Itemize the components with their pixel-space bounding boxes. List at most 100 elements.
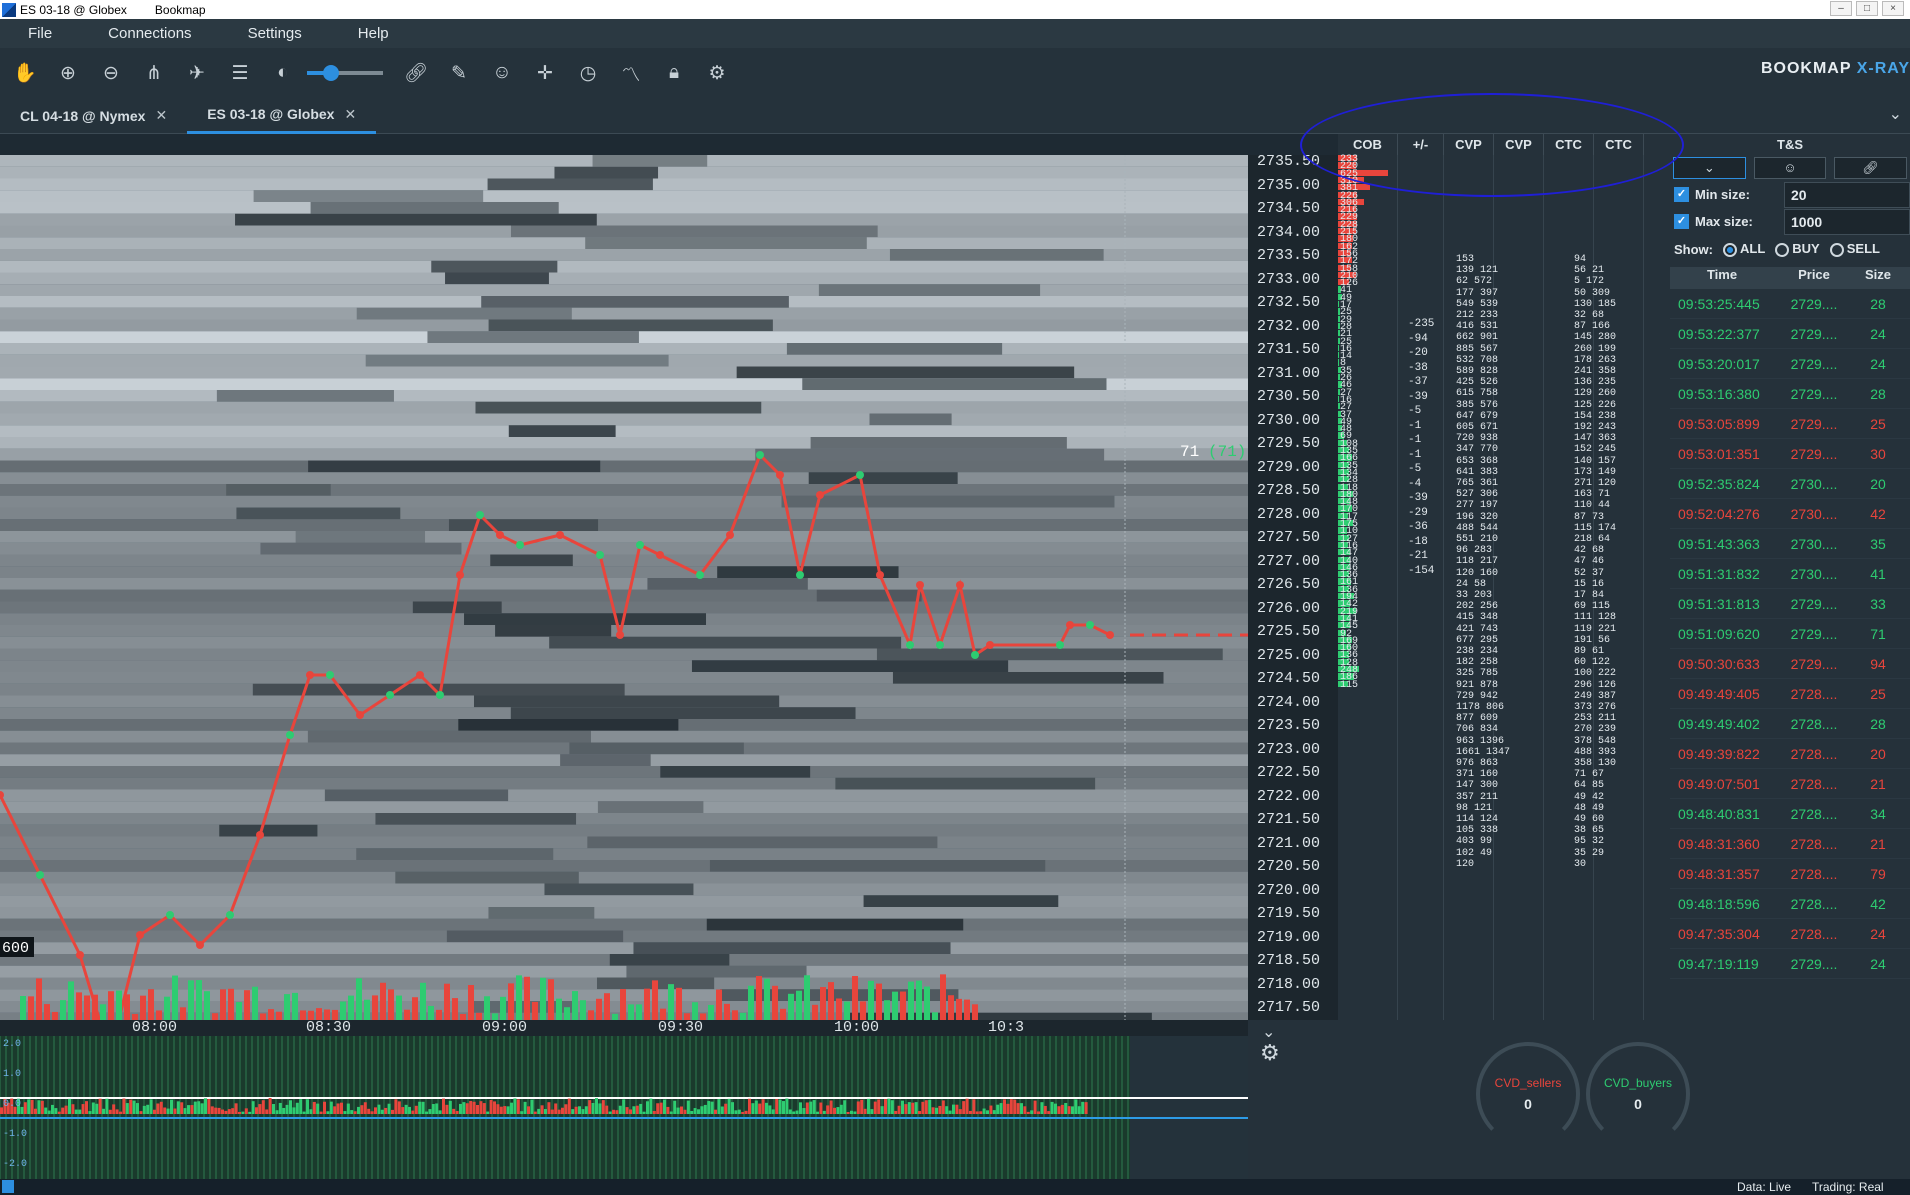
ts-row[interactable]: 09:49:49:402 2728.... 28 [1670, 709, 1910, 739]
chat-icon[interactable]: ☺ [489, 60, 515, 86]
ts-row[interactable]: 09:49:07:501 2728.... 21 [1670, 769, 1910, 799]
min-size-input[interactable]: 20 [1784, 182, 1910, 208]
cvd-bar [564, 1104, 568, 1114]
toolbar: ✋ ⊕ ⊖ ⋔ ✈ ☰ ◐ 🔗︎ ✎ ☺ ✛ ◷ 〽 🔒︎ ⚙ [0, 48, 1910, 98]
menu-connections[interactable]: Connections [80, 25, 219, 42]
ts-row[interactable]: 09:48:40:831 2728.... 34 [1670, 799, 1910, 829]
maximize-icon[interactable]: □ [1856, 1, 1878, 16]
cvd-bar [217, 1107, 221, 1114]
zoom-in-icon[interactable]: ⊕ [55, 60, 81, 86]
brightness-slider-knob[interactable] [323, 65, 340, 81]
close-icon[interactable]: ✕ [155, 107, 167, 124]
minimize-icon[interactable]: – [1830, 1, 1852, 16]
ts-row[interactable]: 09:53:01:351 2729.... 30 [1670, 439, 1910, 469]
ts-row[interactable]: 09:53:25:445 2729.... 28 [1670, 289, 1910, 319]
crosshair-icon[interactable]: ✛ [532, 60, 558, 86]
menu-file[interactable]: File [0, 25, 80, 42]
cvd-bar [1074, 1099, 1078, 1114]
ts-row[interactable]: 09:47:19:119 2729.... 24 [1670, 949, 1910, 979]
gear-icon[interactable]: ⚙ [1260, 1040, 1280, 1066]
ts-row[interactable]: 09:49:49:405 2728.... 25 [1670, 679, 1910, 709]
close-window-icon[interactable]: × [1882, 1, 1904, 16]
show-sell-radio[interactable]: SELL [1829, 241, 1880, 257]
trade-dot [456, 571, 464, 579]
pencil-icon[interactable]: ✎ [446, 60, 472, 86]
ts-row[interactable]: 09:53:16:380 2729.... 28 [1670, 379, 1910, 409]
tab-cl[interactable]: CL 04-18 @ Nymex ✕ [0, 98, 187, 134]
volume-bar [188, 980, 194, 1020]
layers-icon[interactable]: ☰ [227, 60, 253, 86]
cvd-bar [867, 1098, 870, 1114]
cvp-value: 641 383 [1456, 466, 1499, 478]
menu-settings[interactable]: Settings [220, 25, 330, 42]
gear-icon[interactable]: ⚙ [704, 60, 730, 86]
zoom-out-icon[interactable]: ⊖ [98, 60, 124, 86]
ts-row[interactable]: 09:51:09:620 2729.... 71 [1670, 619, 1910, 649]
cvd-bar [448, 1100, 452, 1114]
app-name: Bookmap [154, 2, 206, 17]
cvd-bar [853, 1111, 857, 1114]
ts-row[interactable]: 09:51:43:363 2730.... 35 [1670, 529, 1910, 559]
traded-zone [216, 390, 394, 402]
link-icon[interactable]: 🔗︎ [403, 60, 429, 86]
traded-zone [395, 871, 579, 884]
hand-icon[interactable]: ✋ [12, 60, 38, 86]
close-icon[interactable]: ✕ [344, 106, 356, 123]
chart-line-icon[interactable]: 〽 [618, 60, 644, 86]
cvd-bar [635, 1105, 639, 1114]
menu-help[interactable]: Help [330, 25, 417, 42]
ts-row[interactable]: 09:51:31:832 2730.... 41 [1670, 559, 1910, 589]
brightness-slider[interactable] [307, 65, 383, 81]
col-time[interactable]: Time [1670, 267, 1774, 289]
lock-icon[interactable]: 🔒︎ [661, 60, 687, 86]
max-size-checkbox[interactable]: ✓ [1674, 214, 1689, 229]
ts-row[interactable]: 09:53:22:377 2729.... 24 [1670, 319, 1910, 349]
trade-dot [1086, 621, 1094, 629]
link-icon[interactable]: 🔗︎ [1834, 157, 1908, 179]
trade-dot [76, 951, 84, 959]
max-size-input[interactable]: 1000 [1784, 209, 1910, 235]
ts-row[interactable]: 09:48:31:357 2728.... 79 [1670, 859, 1910, 889]
ts-row[interactable]: 09:53:20:017 2729.... 24 [1670, 349, 1910, 379]
ts-row[interactable]: 09:51:31:813 2729.... 33 [1670, 589, 1910, 619]
chevron-down-icon[interactable]: ⌄ [1673, 157, 1746, 179]
col-price[interactable]: Price [1774, 267, 1854, 289]
plane-icon[interactable]: ✈ [184, 60, 210, 86]
cvd-bar [965, 1098, 969, 1114]
cvd-bar [860, 1099, 864, 1114]
show-all-radio[interactable]: ALL [1723, 241, 1765, 257]
col-size[interactable]: Size [1854, 267, 1902, 289]
timer-icon[interactable]: ◷ [575, 60, 601, 86]
ts-row[interactable]: 09:50:30:633 2729.... 94 [1670, 649, 1910, 679]
ts-row[interactable]: 09:52:35:824 2730.... 20 [1670, 469, 1910, 499]
ts-row[interactable]: 09:53:05:899 2729.... 25 [1670, 409, 1910, 439]
chat-icon[interactable]: ☺ [1753, 157, 1827, 179]
min-size-checkbox[interactable]: ✓ [1674, 187, 1689, 202]
cvp-value: 421 743 [1456, 623, 1499, 635]
cvd-bar [394, 1099, 398, 1114]
ts-row[interactable]: 09:49:39:822 2728.... 20 [1670, 739, 1910, 769]
traded-zone [490, 554, 573, 567]
tab-es[interactable]: ES 03-18 @ Globex ✕ [187, 98, 377, 134]
volume-bar [116, 990, 122, 1020]
chevron-down-icon[interactable]: ⌄ [1889, 104, 1902, 124]
cvp-value: 98 121 [1456, 802, 1493, 814]
cvp-value: 720 938 [1456, 433, 1499, 445]
show-buy-radio[interactable]: BUY [1775, 241, 1820, 257]
ts-row[interactable]: 09:47:35:304 2728.... 24 [1670, 919, 1910, 949]
ts-row[interactable]: 09:48:31:360 2728.... 21 [1670, 829, 1910, 859]
chevron-down-icon[interactable]: ⌄ [1262, 1022, 1275, 1042]
ctc-value: 35 29 [1574, 847, 1605, 859]
price-tick-label: 2723.00 [1257, 740, 1321, 758]
share-icon[interactable]: ⋔ [141, 60, 167, 86]
ts-row[interactable]: 09:52:04:276 2730.... 42 [1670, 499, 1910, 529]
brightness-icon[interactable]: ◐ [270, 60, 296, 86]
cvd-bar [1064, 1102, 1068, 1114]
cvd-bar [697, 1109, 700, 1114]
ts-row[interactable]: 09:48:18:596 2728.... 42 [1670, 889, 1910, 919]
cvd-bar [911, 1102, 915, 1114]
liquidity-band [0, 789, 1248, 802]
trade-dot [496, 531, 504, 539]
heatmap-chart[interactable]: 71 (71) 600 [0, 155, 1248, 1020]
traded-zone [310, 202, 559, 214]
